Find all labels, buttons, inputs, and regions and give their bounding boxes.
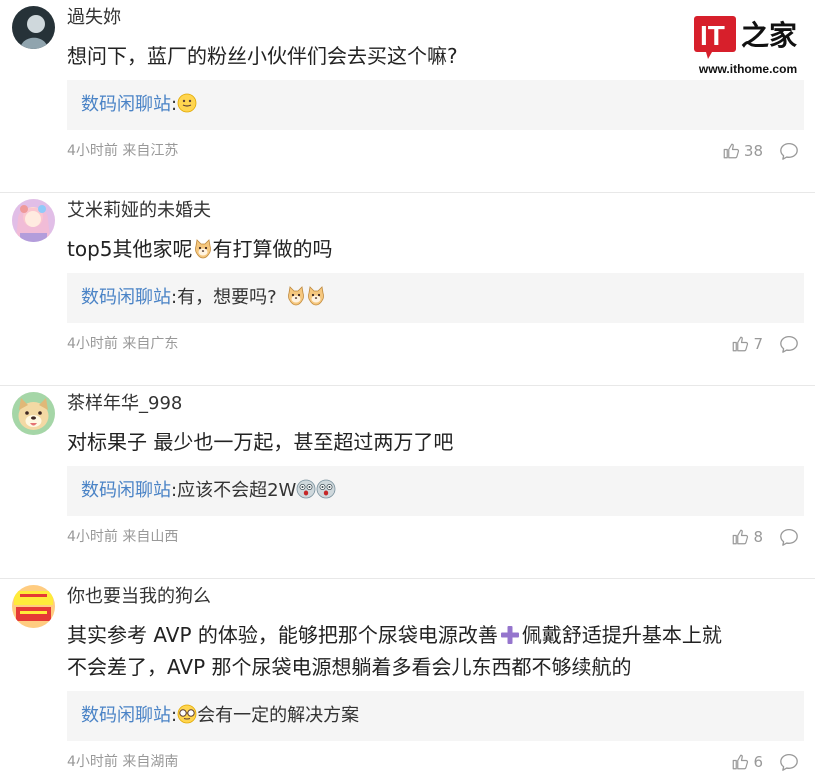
reply-button[interactable] bbox=[779, 335, 799, 353]
comment-bubble-icon bbox=[780, 528, 798, 546]
comment-content: top5其他家呢 有打算做的吗 bbox=[67, 233, 802, 265]
avatar[interactable] bbox=[12, 6, 55, 49]
thumbs-up-icon bbox=[733, 754, 749, 770]
comment-location: 来自山西 bbox=[122, 529, 179, 545]
comment-bubble-icon bbox=[780, 753, 798, 771]
comment-text-part: 有打算做的吗 bbox=[212, 237, 333, 261]
username[interactable]: 艾米莉娅的未婚夫 bbox=[67, 200, 211, 222]
like-count: 7 bbox=[753, 335, 763, 353]
like-button[interactable]: 38 bbox=[722, 142, 763, 160]
reply-author[interactable]: 数码闲聊站 bbox=[81, 287, 171, 308]
comment-actions: 6 bbox=[731, 751, 799, 773]
like-button[interactable]: 7 bbox=[731, 335, 763, 353]
comment-item: 艾米莉娅的未婚夫 top5其他家呢 有打算做的吗 数码闲聊站:有，想要吗? 4小… bbox=[0, 193, 815, 386]
comment-item: 你也要当我的狗么 其实参考 AVP 的体验，能够把那个尿袋电源改善 佩戴舒适提升… bbox=[0, 579, 815, 779]
like-button[interactable]: 8 bbox=[731, 528, 763, 546]
comment-text-part: top5其他家呢 bbox=[67, 237, 193, 261]
reply-author[interactable]: 数码闲聊站 bbox=[81, 94, 171, 115]
comment-actions: 8 bbox=[731, 526, 799, 548]
reply-button[interactable] bbox=[779, 753, 799, 771]
avatar[interactable] bbox=[12, 199, 55, 242]
comment-meta: 4小时前 来自山西 bbox=[67, 527, 178, 547]
doge-emoji-icon bbox=[288, 286, 305, 306]
comment-item: 茶样年华_998 对标果子 最少也一万起，甚至超过两万了吧 数码闲聊站:应该不会… bbox=[0, 386, 815, 579]
comment-content: 对标果子 最少也一万起，甚至超过两万了吧 bbox=[67, 430, 454, 454]
comment-location: 来自广东 bbox=[122, 336, 179, 352]
comment-time: 4小时前 bbox=[67, 529, 118, 545]
shocked-emoji-icon bbox=[296, 479, 316, 499]
like-button[interactable]: 6 bbox=[731, 753, 763, 771]
reply-text: 会有一定的解决方案 bbox=[197, 705, 360, 726]
comment-line: 其实参考 AVP 的体验，能够把那个尿袋电源改善 佩戴舒适提升基本上就 bbox=[67, 619, 802, 651]
comment-time: 4小时前 bbox=[67, 754, 118, 770]
comment-text-part: 其实参考 AVP 的体验，能够把那个尿袋电源改善 bbox=[67, 623, 498, 647]
comment-meta: 4小时前 来自江苏 bbox=[67, 141, 178, 161]
comment-text-part: 佩戴舒适提升基本上就 bbox=[521, 623, 722, 647]
reply-button[interactable] bbox=[779, 528, 799, 546]
thumbs-up-icon bbox=[733, 336, 749, 352]
thumbs-up-icon bbox=[723, 143, 740, 159]
doge-emoji-icon bbox=[308, 286, 325, 306]
comments-page: IT 之家 www.ithome.com 過失妳 想问下，蓝厂的粉丝小伙伴们会去… bbox=[0, 0, 815, 779]
comment-bubble-icon bbox=[780, 142, 798, 160]
username[interactable]: 茶样年华_998 bbox=[67, 393, 182, 415]
reply-author[interactable]: 数码闲聊站 bbox=[81, 705, 171, 726]
glasses-emoji-icon bbox=[177, 704, 197, 724]
comment-item: 過失妳 想问下，蓝厂的粉丝小伙伴们会去买这个嘛? 数码闲聊站: 4小时前 来自江… bbox=[0, 0, 815, 193]
reply-author[interactable]: 数码闲聊站 bbox=[81, 480, 171, 501]
thumbs-up-icon bbox=[733, 529, 749, 545]
comment-location: 来自湖南 bbox=[122, 754, 179, 770]
comment-content: 其实参考 AVP 的体验，能够把那个尿袋电源改善 佩戴舒适提升基本上就 不会差了… bbox=[67, 619, 802, 683]
avatar[interactable] bbox=[12, 585, 55, 628]
username[interactable]: 過失妳 bbox=[67, 7, 121, 29]
comment-meta: 4小时前 来自广东 bbox=[67, 334, 178, 354]
comment-line: 不会差了，AVP 那个尿袋电源想躺着多看会儿东西都不够续航的 bbox=[67, 655, 632, 679]
reply-box: 数码闲聊站:有，想要吗? bbox=[67, 273, 804, 323]
reply-text: 应该不会超2W bbox=[177, 480, 297, 501]
comment-time: 4小时前 bbox=[67, 143, 118, 159]
plus-emoji-icon bbox=[500, 626, 519, 644]
reply-box: 数码闲聊站: bbox=[67, 80, 804, 130]
comment-bubble-icon bbox=[780, 335, 798, 353]
comment-location: 来自江苏 bbox=[122, 143, 179, 159]
reply-box: 数码闲聊站:应该不会超2W bbox=[67, 466, 804, 516]
like-count: 38 bbox=[743, 142, 763, 160]
username[interactable]: 你也要当我的狗么 bbox=[67, 586, 211, 608]
like-count: 6 bbox=[753, 753, 763, 771]
reply-text: 有，想要吗? bbox=[177, 287, 277, 308]
reply-box: 数码闲聊站: 会有一定的解决方案 bbox=[67, 691, 804, 741]
like-count: 8 bbox=[753, 528, 763, 546]
comment-actions: 7 bbox=[731, 333, 799, 355]
comment-actions: 38 bbox=[722, 140, 799, 162]
shocked-emoji-icon bbox=[316, 479, 336, 499]
avatar[interactable] bbox=[12, 392, 55, 435]
doge-emoji-icon bbox=[194, 239, 211, 259]
smile-emoji-icon bbox=[177, 93, 197, 113]
reply-button[interactable] bbox=[779, 142, 799, 160]
comment-content: 想问下，蓝厂的粉丝小伙伴们会去买这个嘛? bbox=[67, 44, 458, 68]
comment-time: 4小时前 bbox=[67, 336, 118, 352]
comment-meta: 4小时前 来自湖南 bbox=[67, 752, 178, 772]
